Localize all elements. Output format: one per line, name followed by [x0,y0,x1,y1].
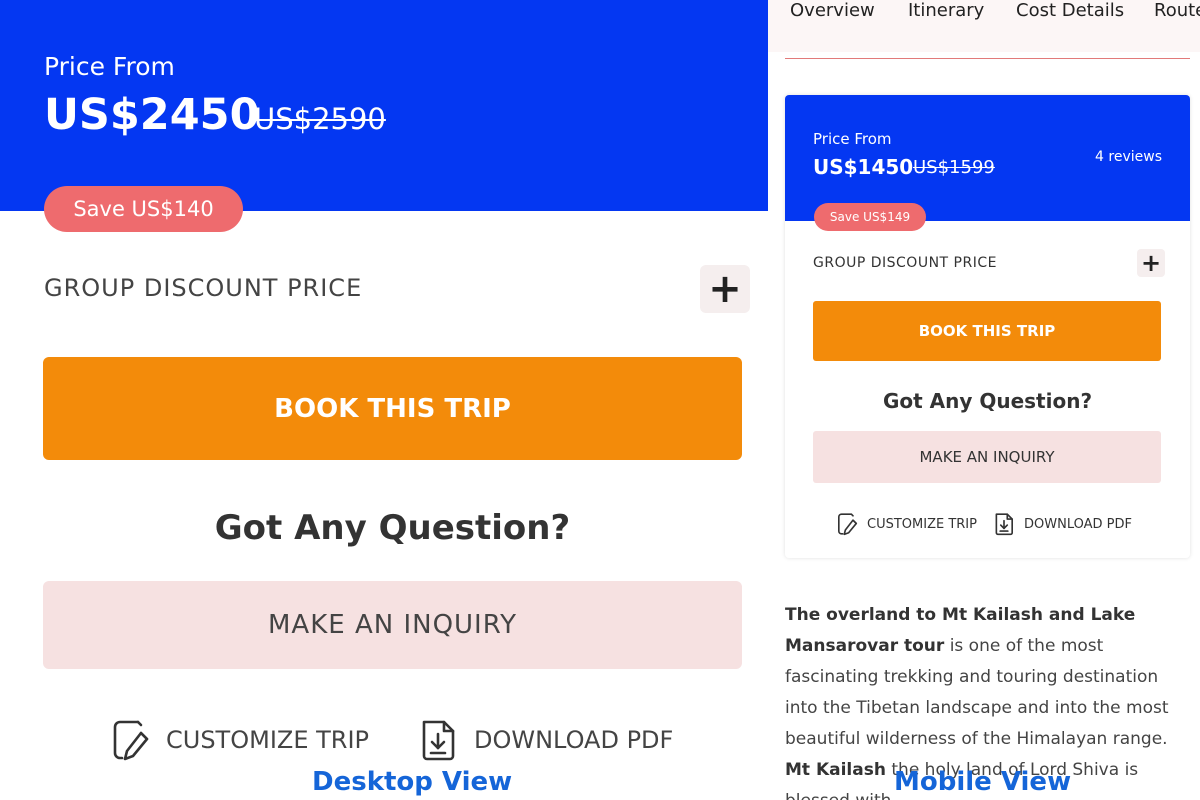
make-inquiry-button[interactable]: MAKE AN INQUIRY [813,431,1161,483]
price-hero: Price From US$2450 US$2590 [0,0,768,211]
price-from-label: Price From [813,130,892,148]
customize-trip-label: CUSTOMIZE TRIP [166,726,370,754]
customize-trip-link[interactable]: CUSTOMIZE TRIP [108,717,369,763]
download-pdf-label: DOWNLOAD PDF [1024,516,1132,532]
group-discount-expand-button[interactable]: + [700,265,750,313]
original-price: US$2590 [254,102,386,136]
book-trip-button[interactable]: BOOK THIS TRIP [43,357,742,460]
tab-itinerary[interactable]: Itinerary [908,0,984,21]
plus-icon: + [708,266,742,312]
desktop-view: Price From US$2450 US$2590 Save US$140 G… [0,0,768,800]
question-heading: Got Any Question? [214,508,571,548]
download-pdf-link[interactable]: DOWNLOAD PDF [992,511,1132,537]
price-from-label: Price From [44,52,175,81]
reviews-count[interactable]: 4 reviews [1095,149,1162,165]
book-trip-button[interactable]: BOOK THIS TRIP [813,301,1161,361]
original-price: US$1599 [913,157,995,178]
customize-trip-link[interactable]: CUSTOMIZE TRIP [835,511,977,537]
divider [785,58,1190,59]
download-document-icon [422,720,455,761]
make-inquiry-button[interactable]: MAKE AN INQUIRY [43,581,742,669]
mobile-view: Overview Itinerary Cost Details Route Pr… [768,0,1200,800]
trip-description-bold-2: Mt Kailash [785,760,886,780]
save-badge: Save US$149 [814,203,926,231]
tab-cost-details[interactable]: Cost Details [1016,0,1124,21]
question-heading: Got Any Question? [882,389,1093,413]
edit-document-icon [838,513,858,536]
download-document-icon [995,513,1013,536]
download-pdf-label: DOWNLOAD PDF [474,726,674,754]
customize-trip-label: CUSTOMIZE TRIP [867,516,977,532]
group-discount-expand-button[interactable]: + [1137,249,1165,277]
desktop-view-caption: Desktop View [312,767,513,797]
tab-overview[interactable]: Overview [790,0,875,21]
edit-document-icon [113,720,149,761]
tab-route[interactable]: Route [1154,0,1200,21]
current-price: US$1450 [813,155,914,179]
save-badge: Save US$140 [44,186,243,232]
current-price: US$2450 [44,90,260,140]
mobile-view-caption: Mobile View [894,767,1072,797]
booking-card: Price From US$1450 US$1599 4 reviews Sav… [785,95,1190,558]
download-pdf-link[interactable]: DOWNLOAD PDF [416,717,673,763]
group-discount-label: GROUP DISCOUNT PRICE [44,274,363,302]
group-discount-label: GROUP DISCOUNT PRICE [813,255,997,271]
plus-icon: + [1140,249,1162,277]
section-tabs: Overview Itinerary Cost Details Route [768,0,1200,52]
